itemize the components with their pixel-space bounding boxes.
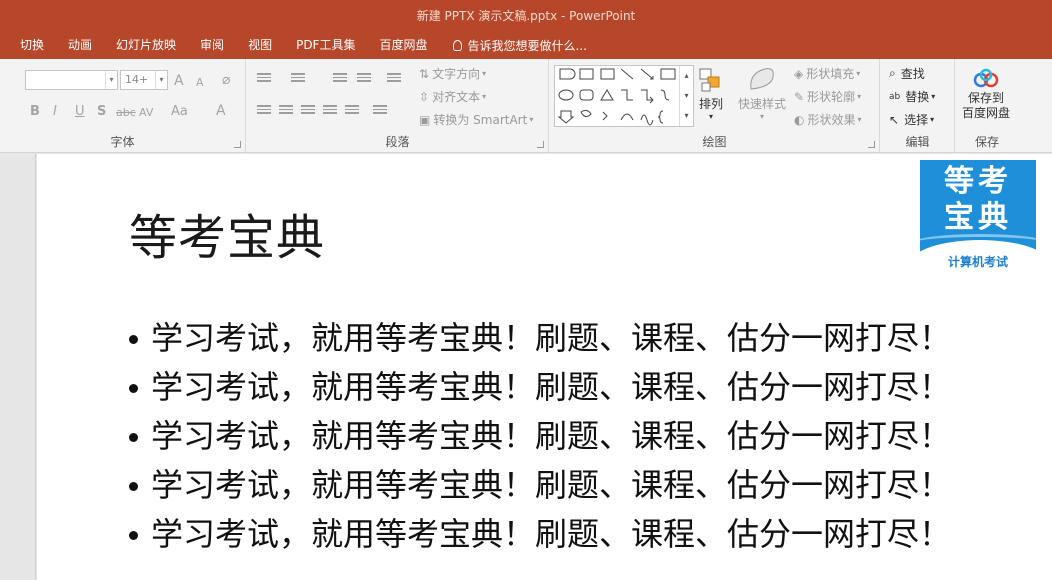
shrink-font-button[interactable]: A: [196, 75, 204, 91]
bullet-item[interactable]: 学习考试，就用等考宝典！刷题、课程、估分一网打尽！: [125, 461, 951, 510]
pen-icon: ✎: [794, 89, 805, 104]
window-title: 新建 PPTX 演示文稿.pptx - PowerPoint: [0, 0, 1052, 32]
shape-fill-button[interactable]: ◈ 形状填充 ▾: [794, 65, 860, 82]
font-size-input[interactable]: 14+ ▾: [120, 70, 168, 90]
ribbon: ▾ 14+ ▾ A A ⌀ B I U S abc AV Aa A 字体 ⇅ 文…: [0, 59, 1052, 153]
arrange-button[interactable]: 排列 ▾: [698, 67, 724, 121]
tab-review[interactable]: 审阅: [188, 32, 236, 59]
gallery-more-icon[interactable]: ▾: [679, 106, 693, 126]
save-group: 保存到 百度网盘 保存: [956, 59, 1018, 153]
chevron-down-icon: ▾: [105, 71, 117, 89]
gallery-up-icon[interactable]: ▴: [679, 66, 693, 86]
bullet-item[interactable]: 学习考试，就用等考宝典！刷题、课程、估分一网打尽！: [125, 510, 951, 559]
shadow-button[interactable]: S: [97, 104, 106, 120]
tab-pdf-tools[interactable]: PDF工具集: [284, 32, 367, 59]
strikethrough-button[interactable]: abc: [116, 105, 136, 121]
smartart-icon: ▣: [419, 112, 431, 127]
editing-group-label: 编辑: [905, 135, 930, 149]
bullet-item[interactable]: 学习考试，就用等考宝典！刷题、课程、估分一网打尽！: [125, 363, 951, 412]
select-button[interactable]: ↖ 选择 ▾: [889, 111, 934, 128]
gallery-down-icon[interactable]: ▾: [679, 86, 693, 106]
slide-canvas[interactable]: 等考宝典 学习考试，就用等考宝典！刷题、课程、估分一网打尽！ 学习考试，就用等考…: [37, 154, 1052, 580]
line-spacing-icon[interactable]: [387, 73, 401, 85]
bullet-item[interactable]: 学习考试，就用等考宝典！刷题、课程、估分一网打尽！: [125, 412, 951, 461]
dialog-launcher-icon[interactable]: [537, 141, 544, 148]
dialog-launcher-icon[interactable]: [868, 141, 875, 148]
tab-animations[interactable]: 动画: [56, 32, 104, 59]
quick-styles-button[interactable]: 快速样式 ▾: [738, 67, 786, 121]
bullet-list[interactable]: 学习考试，就用等考宝典！刷题、课程、估分一网打尽！ 学习考试，就用等考宝典！刷题…: [125, 314, 951, 559]
tab-slideshow[interactable]: 幻灯片放映: [104, 32, 188, 59]
text-direction-button[interactable]: ⇅ 文字方向 ▾: [419, 65, 486, 82]
paragraph-group: ⇅ 文字方向 ▾ ⇳ 对齐文本 ▾ ▣ 转换为 SmartArt ▾ 段落: [247, 59, 549, 153]
grow-font-button[interactable]: A: [174, 73, 184, 89]
align-text-icon: ⇳: [419, 89, 430, 104]
slide-title[interactable]: 等考宝典: [129, 198, 325, 268]
tab-transitions[interactable]: 切换: [8, 32, 56, 59]
justify-icon[interactable]: [323, 105, 337, 117]
align-right-icon[interactable]: [301, 105, 315, 117]
text-direction-icon: ⇅: [419, 66, 430, 81]
editing-group: ⌕ 查找 ab 替换 ▾ ↖ 选择 ▾ 编辑: [881, 59, 955, 153]
drawing-group: ▴ ▾ ▾ 排列 ▾ 快速样式 ▾ ◈ 形状填充 ▾ ✎ 形状轮廓 ▾ ◐ 形状…: [550, 59, 880, 153]
dengkao-logo: 等考 宝典 计算机考试: [920, 160, 1036, 272]
bullet-item[interactable]: 学习考试，就用等考宝典！刷题、课程、估分一网打尽！: [125, 314, 951, 363]
bullets-icon[interactable]: [257, 73, 271, 85]
chevron-down-icon: ▾: [155, 71, 167, 89]
shape-effects-button[interactable]: ◐ 形状效果 ▾: [794, 111, 862, 128]
increase-indent-icon[interactable]: [357, 73, 371, 85]
search-icon: ⌕: [889, 66, 896, 80]
paint-bucket-icon: ◈: [794, 66, 804, 81]
font-group-label: 字体: [110, 135, 135, 149]
tab-view[interactable]: 视图: [236, 32, 284, 59]
save-group-label: 保存: [974, 135, 999, 149]
change-case-button[interactable]: Aa: [171, 104, 188, 120]
ribbon-tab-bar: 切换 动画 幻灯片放映 审阅 视图 PDF工具集 百度网盘 告诉我您想要做什么.…: [0, 32, 1052, 59]
clear-format-icon[interactable]: ⌀: [222, 72, 230, 88]
slide-thumbnail-pane[interactable]: [0, 154, 36, 580]
font-color-button[interactable]: A: [216, 103, 226, 119]
replace-icon: ab: [889, 91, 901, 102]
tab-baidu-netdisk[interactable]: 百度网盘: [367, 32, 439, 59]
columns-icon[interactable]: [373, 105, 387, 117]
shape-outline-button[interactable]: ✎ 形状轮廓 ▾: [794, 88, 861, 105]
save-to-baidu-button[interactable]: 保存到 百度网盘: [962, 67, 1010, 121]
numbering-icon[interactable]: [291, 73, 305, 85]
cloud-icon: [973, 68, 999, 88]
dialog-launcher-icon[interactable]: [234, 141, 241, 148]
align-left-icon[interactable]: [257, 105, 271, 117]
distributed-icon[interactable]: [345, 105, 359, 117]
effects-icon: ◐: [794, 112, 805, 127]
logo-text: 等考 宝典: [944, 164, 1012, 235]
arrange-icon: [699, 68, 720, 92]
drawing-group-label: 绘图: [702, 135, 727, 149]
shapes-gallery[interactable]: ▴ ▾ ▾: [554, 65, 694, 127]
quick-styles-icon: [750, 68, 774, 90]
align-text-button[interactable]: ⇳ 对齐文本 ▾: [419, 88, 486, 105]
replace-button[interactable]: ab 替换 ▾: [889, 88, 935, 105]
font-name-input[interactable]: ▾: [25, 70, 118, 90]
shapes-gallery-icons: [557, 68, 676, 126]
align-center-icon[interactable]: [279, 105, 293, 117]
cursor-icon: ↖: [889, 112, 900, 127]
paragraph-group-label: 段落: [385, 135, 410, 149]
tell-me-text: 告诉我您想要做什么...: [467, 39, 587, 53]
find-button[interactable]: ⌕ 查找: [889, 65, 925, 82]
italic-button[interactable]: I: [53, 104, 57, 120]
font-group: ▾ 14+ ▾ A A ⌀ B I U S abc AV Aa A 字体: [0, 59, 246, 153]
tell-me-box[interactable]: 告诉我您想要做什么...: [439, 37, 587, 54]
underline-button[interactable]: U: [75, 104, 85, 120]
decrease-indent-icon[interactable]: [333, 73, 347, 85]
convert-smartart-button[interactable]: ▣ 转换为 SmartArt ▾: [419, 111, 533, 128]
font-size-value: 14+: [125, 73, 149, 86]
logo-caption: 计算机考试: [947, 255, 1008, 269]
char-spacing-button[interactable]: AV: [139, 105, 153, 121]
bold-button[interactable]: B: [30, 104, 40, 120]
lightbulb-icon: [453, 40, 463, 51]
